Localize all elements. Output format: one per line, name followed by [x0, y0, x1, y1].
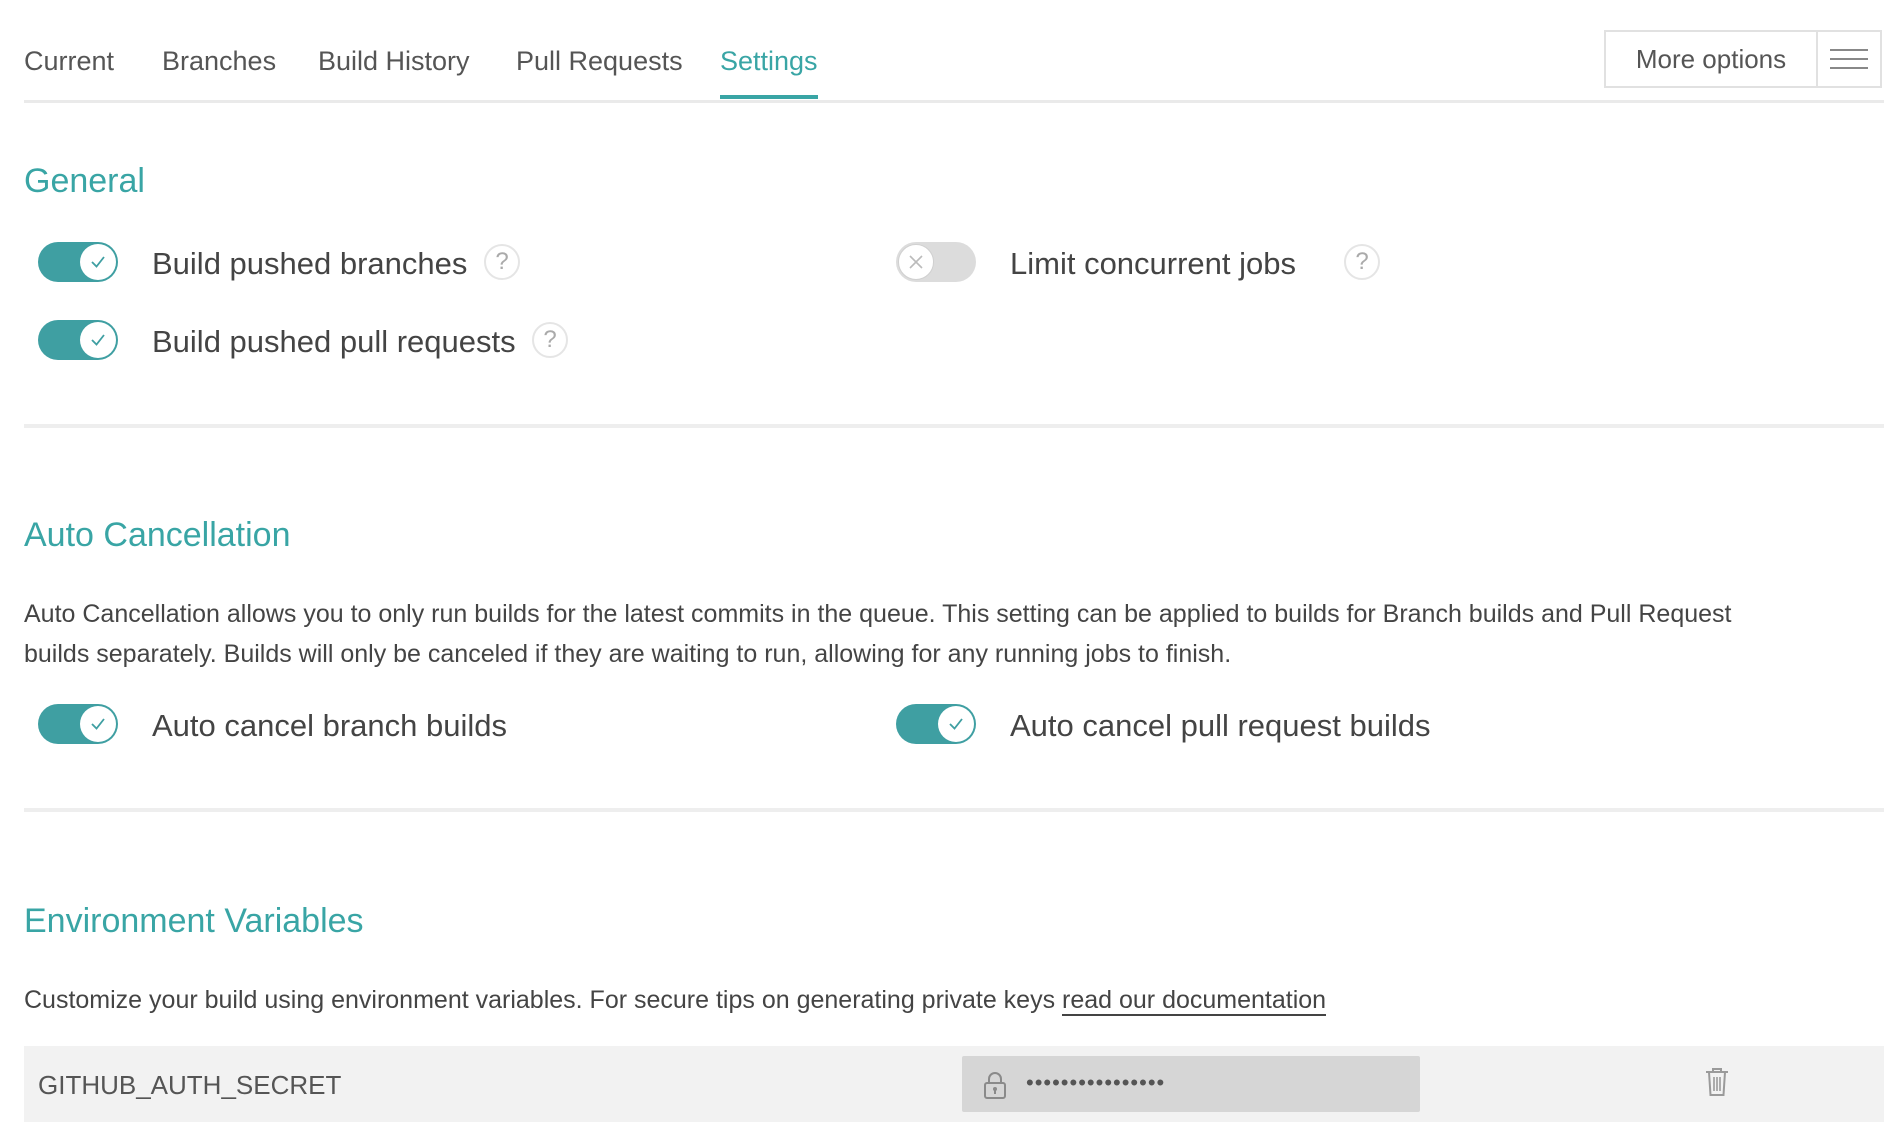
auto-cancellation-section-title: Auto Cancellation — [24, 516, 291, 554]
env-var-value-field: •••••••••••••••• — [962, 1056, 1420, 1112]
hamburger-menu-icon[interactable] — [1818, 49, 1880, 69]
env-var-row: GITHUB_AUTH_SECRET •••••••••••••••• — [24, 1046, 1884, 1122]
auto-cancellation-description-line-1: Auto Cancellation allows you to only run… — [24, 600, 1732, 628]
trash-icon[interactable] — [1704, 1066, 1730, 1103]
general-section-title: General — [24, 162, 145, 200]
build-pushed-branches-toggle[interactable] — [38, 242, 118, 282]
close-icon — [898, 244, 934, 280]
tab-build-history[interactable]: Build History — [318, 46, 470, 77]
auto-cancel-branch-builds-toggle[interactable] — [38, 704, 118, 744]
build-pushed-pull-requests-label: Build pushed pull requests — [152, 324, 516, 359]
environment-variables-section-title: Environment Variables — [24, 902, 364, 940]
env-var-masked-value: •••••••••••••••• — [1026, 1070, 1166, 1095]
auto-cancel-pull-request-builds-label: Auto cancel pull request builds — [1010, 708, 1431, 743]
auto-cancel-branch-builds-label: Auto cancel branch builds — [152, 708, 508, 743]
help-icon[interactable]: ? — [484, 244, 520, 280]
environment-variables-description-text: Customize your build using environment v… — [24, 986, 1063, 1014]
environment-variables-description: Customize your build using environment v… — [24, 980, 1327, 1020]
more-options-button[interactable]: More options — [1604, 30, 1882, 88]
limit-concurrent-jobs-toggle[interactable] — [896, 242, 976, 282]
check-icon — [80, 322, 116, 358]
env-var-name: GITHUB_AUTH_SECRET — [38, 1070, 342, 1100]
tab-pull-requests[interactable]: Pull Requests — [516, 46, 683, 77]
check-icon — [80, 706, 116, 742]
limit-concurrent-jobs-label: Limit concurrent jobs — [1010, 246, 1297, 281]
help-icon[interactable]: ? — [1344, 244, 1380, 280]
tab-branches[interactable]: Branches — [162, 46, 276, 77]
tab-settings[interactable]: Settings — [720, 46, 818, 99]
more-options-label: More options — [1606, 32, 1818, 86]
build-pushed-branches-label: Build pushed branches — [152, 246, 468, 281]
section-divider — [24, 424, 1884, 428]
help-icon[interactable]: ? — [532, 322, 568, 358]
check-icon — [938, 706, 974, 742]
tab-bar: Current Branches Build History Pull Requ… — [24, 0, 1884, 103]
section-divider — [24, 808, 1884, 812]
settings-page: Current Branches Build History Pull Requ… — [24, 0, 1884, 1142]
auto-cancellation-description-line-2: builds separately. Builds will only be c… — [24, 640, 1232, 668]
build-pushed-pull-requests-toggle[interactable] — [38, 320, 118, 360]
auto-cancel-pull-request-builds-toggle[interactable] — [896, 704, 976, 744]
check-icon — [80, 244, 116, 280]
lock-icon — [982, 1070, 1008, 1105]
documentation-link[interactable]: read our documentation — [1062, 986, 1327, 1016]
tab-current[interactable]: Current — [24, 46, 114, 77]
